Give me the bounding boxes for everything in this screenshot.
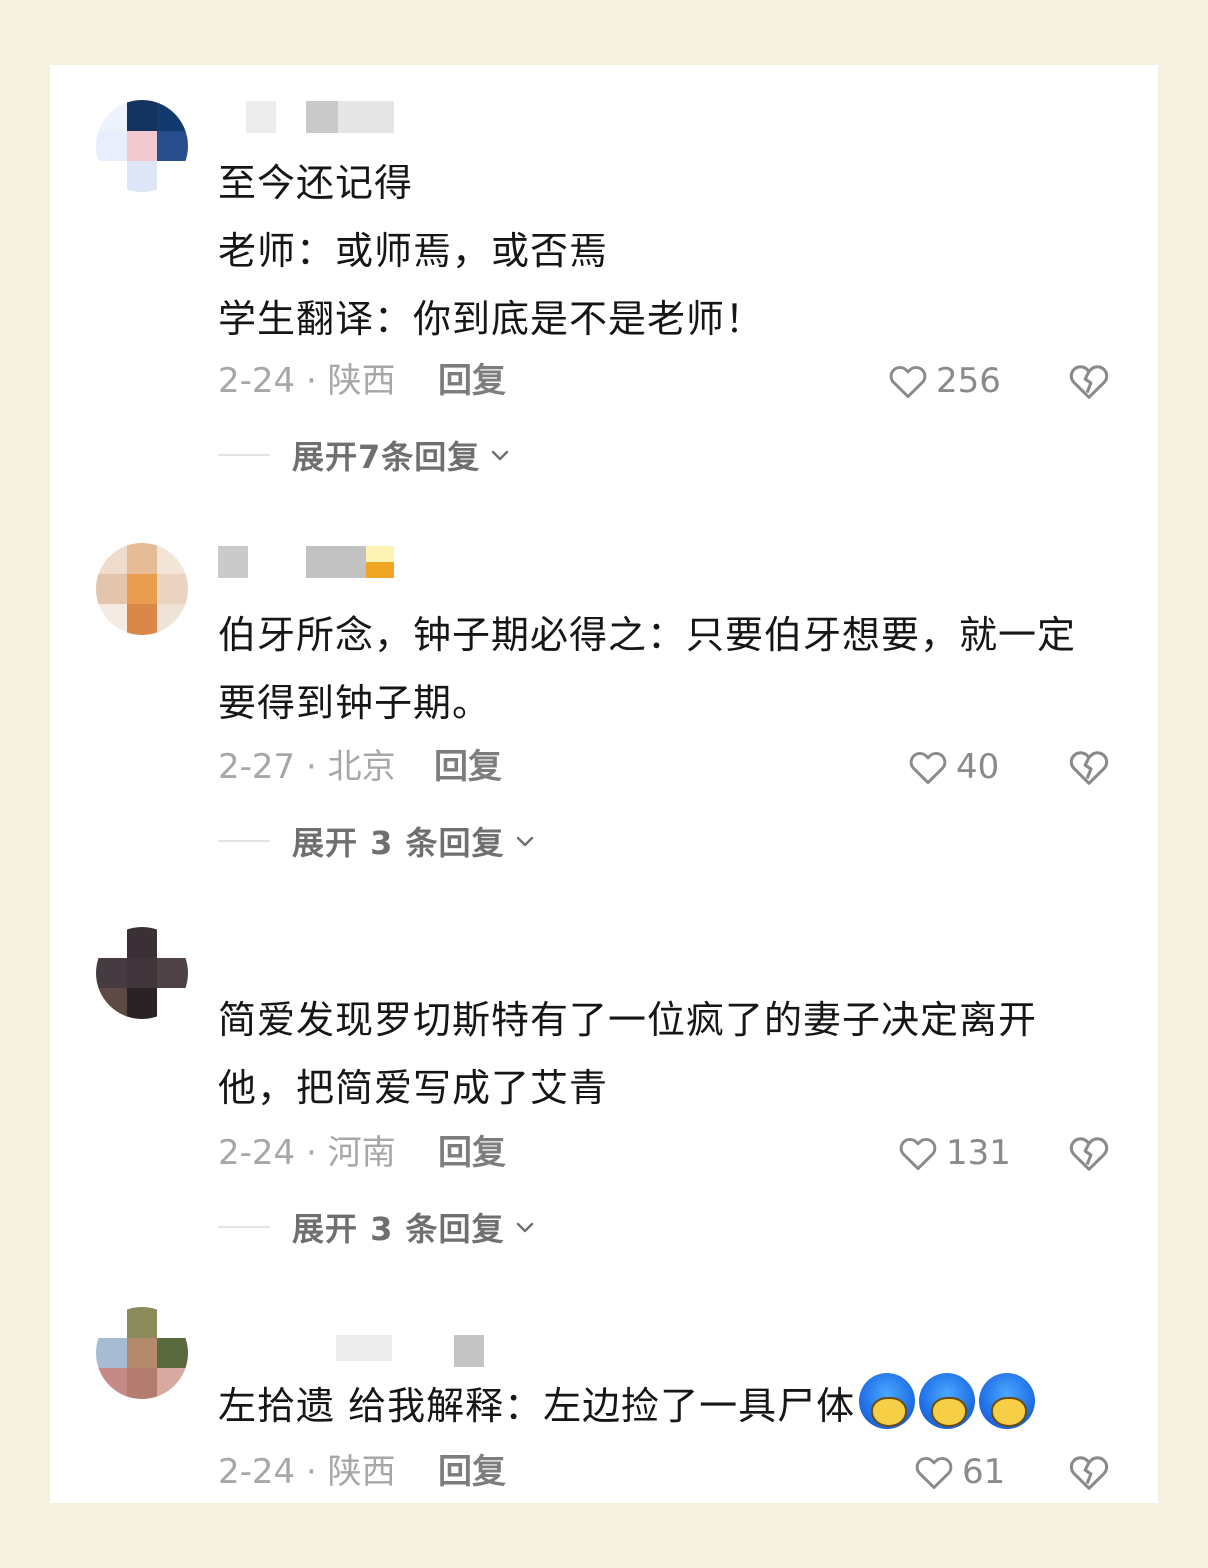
comment-meta: 2-24 · 陕西 回复 (218, 1449, 506, 1495)
avatar-mosaic-cell (126, 1368, 158, 1399)
comment-list: 至今还记得 老师：或师焉，或否焉 学生翻译：你到底是不是老师！ 2-24 · 陕… (50, 65, 1158, 1503)
avatar-mosaic-cell (96, 604, 127, 635)
comment-meta: 2-24 · 陕西 回复 (218, 358, 506, 404)
broken-heart-icon[interactable] (1066, 1130, 1112, 1176)
avatar-mosaic-cell (96, 957, 127, 989)
comment-text-line: 他，把简爱写成了艾青 (218, 1066, 609, 1110)
shy-blue-hair-emoji (919, 1373, 976, 1429)
comment-text-line: 伯牙所念，钟子期必得之：只要伯牙想要，就一定 (218, 613, 1077, 657)
comment-meta: 2-24 · 河南 回复 (218, 1130, 506, 1176)
avatar-mosaic-cell (157, 1337, 188, 1369)
avatar-mosaic-cell (126, 161, 158, 192)
comment-meta: 2-27 · 北京 回复 (218, 744, 502, 790)
heart-outline-icon (915, 1456, 953, 1490)
chevron-down-icon (516, 1222, 533, 1233)
avatar[interactable] (96, 1307, 188, 1399)
expand-replies-label: 展开 3 条回复 (292, 824, 505, 862)
expand-replies-label: 展开 3 条回复 (292, 1210, 505, 1248)
comment-text-line: 老师：或师焉，或否焉 (218, 229, 609, 273)
comment-text: 简爱发现罗切斯特有了一位疯了的妻子决定离开 他，把简爱写成了艾青 (218, 986, 1118, 1122)
reply-button[interactable]: 回复 (438, 1449, 506, 1495)
avatar-mosaic-cell (157, 161, 188, 192)
chevron-down-icon (492, 450, 509, 461)
avatar-mosaic-cell (126, 573, 158, 605)
expand-replies-button[interactable]: 展开 3 条回复 (218, 1207, 537, 1248)
like-button[interactable]: 256 (886, 358, 1001, 404)
avatar-mosaic-cell (157, 543, 188, 574)
comment-text-line: 左拾遗 给我解释：左边捡了一具尸体 (218, 1372, 1118, 1440)
divider (218, 1226, 270, 1228)
shy-blue-hair-emoji (979, 1373, 1036, 1429)
broken-heart-icon[interactable] (1066, 1449, 1112, 1495)
avatar-mosaic-cell (96, 1368, 127, 1399)
divider (218, 840, 270, 842)
comment-text: 左拾遗 给我解释：左边捡了一具尸体 (218, 1372, 1118, 1440)
expand-replies-button[interactable]: 展开7条回复 (218, 435, 512, 476)
comment-text-line: 要得到钟子期。 (218, 681, 492, 725)
shy-blue-hair-emoji (859, 1373, 916, 1429)
comment-text-content: 左拾遗 给我解释：左边捡了一具尸体 (218, 1384, 856, 1428)
avatar-mosaic-cell (126, 1337, 158, 1369)
avatar-mosaic-cell (157, 927, 188, 958)
avatar-mosaic-cell (126, 1307, 158, 1338)
avatar-mosaic-cell (96, 927, 127, 958)
avatar[interactable] (96, 927, 188, 1019)
avatar-mosaic-cell (96, 543, 127, 574)
avatar-mosaic-cell (126, 100, 158, 131)
chevron-down-icon (516, 836, 533, 847)
like-button[interactable]: 61 (912, 1449, 1005, 1495)
like-button[interactable]: 40 (906, 744, 999, 790)
heart-outline-icon (889, 365, 927, 399)
avatar[interactable] (96, 543, 188, 635)
date-location: 2-24 · 陕西 (218, 1452, 396, 1492)
comment-text: 至今还记得 老师：或师焉，或否焉 学生翻译：你到底是不是老师！ (218, 149, 1118, 353)
expand-replies-button[interactable]: 展开 3 条回复 (218, 821, 537, 862)
avatar-mosaic-cell (157, 1307, 188, 1338)
like-count: 40 (956, 747, 1000, 787)
comment-text-line: 简爱发现罗切斯特有了一位疯了的妻子决定离开 (218, 998, 1038, 1042)
avatar-mosaic-cell (157, 604, 188, 635)
reply-button[interactable]: 回复 (438, 358, 506, 404)
reply-button[interactable]: 回复 (434, 744, 502, 790)
comment-text-line: 至今还记得 (218, 161, 414, 205)
avatar-mosaic-cell (126, 988, 158, 1019)
avatar-mosaic-cell (157, 100, 188, 131)
expand-replies-label: 展开7条回复 (292, 438, 481, 476)
avatar-mosaic-cell (96, 161, 127, 192)
date-location: 2-24 · 河南 (218, 1133, 396, 1173)
comment-text: 伯牙所念，钟子期必得之：只要伯牙想要，就一定 要得到钟子期。 (218, 601, 1118, 737)
like-count: 256 (936, 361, 1001, 401)
broken-heart-icon[interactable] (1066, 358, 1112, 404)
avatar-mosaic-cell (126, 543, 158, 574)
avatar-mosaic-cell (126, 927, 158, 958)
avatar-mosaic-cell (96, 1307, 127, 1338)
divider (218, 454, 270, 456)
avatar-mosaic-cell (157, 1368, 188, 1399)
date-location: 2-27 · 北京 (218, 747, 396, 787)
avatar-mosaic-cell (126, 957, 158, 989)
broken-heart-icon[interactable] (1066, 744, 1112, 790)
heart-outline-icon (909, 751, 947, 785)
reply-button[interactable]: 回复 (438, 1130, 506, 1176)
like-count: 131 (946, 1133, 1011, 1173)
date-location: 2-24 · 陕西 (218, 361, 396, 401)
heart-outline-icon (899, 1137, 937, 1171)
avatar-mosaic-cell (157, 957, 188, 989)
avatar-mosaic-cell (157, 573, 188, 605)
avatar-mosaic-cell (126, 604, 158, 635)
avatar-mosaic-cell (96, 1337, 127, 1369)
avatar-mosaic-cell (157, 130, 188, 162)
avatar-mosaic-cell (96, 573, 127, 605)
avatar-mosaic-cell (96, 130, 127, 162)
avatar-mosaic-cell (126, 130, 158, 162)
comment-text-line: 学生翻译：你到底是不是老师！ (218, 297, 765, 341)
avatar-mosaic-cell (96, 988, 127, 1019)
like-button[interactable]: 131 (896, 1130, 1011, 1176)
avatar[interactable] (96, 100, 188, 192)
avatar-mosaic-cell (157, 988, 188, 1019)
like-count: 61 (962, 1452, 1006, 1492)
avatar-mosaic-cell (96, 100, 127, 131)
